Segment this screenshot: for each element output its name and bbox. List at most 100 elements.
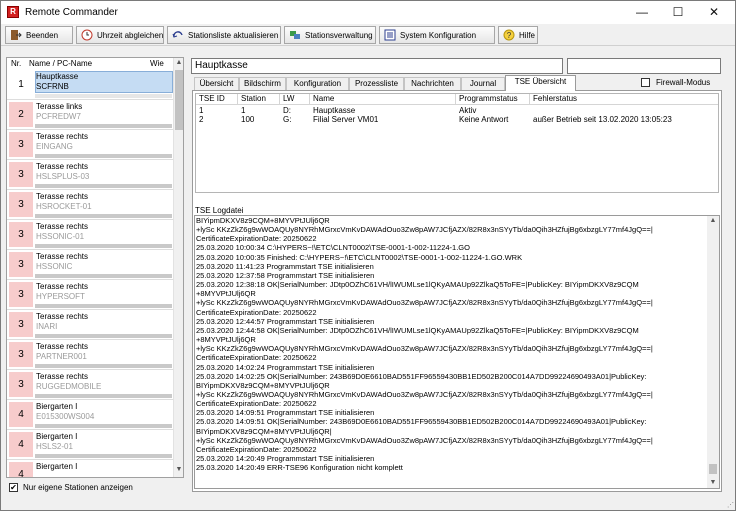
log-line: BIYipmDKXV8z9CQM+8MYVPtJUlj6QR bbox=[196, 380, 330, 390]
tab-prozessliste[interactable]: Prozessliste bbox=[349, 77, 404, 90]
beenden-button[interactable]: Beenden bbox=[5, 26, 73, 44]
station-row[interactable]: 1 Hauptkasse SCFRNB bbox=[7, 70, 173, 100]
minimize-button[interactable]: — bbox=[625, 1, 659, 24]
help-icon: ? bbox=[503, 29, 515, 41]
log-line: +lySc KKzZkZ6g9wWOAQUy8NYRhMGrxcVmKvDAWA… bbox=[196, 344, 653, 354]
scroll-down-arrow-icon[interactable]: ▼ bbox=[174, 465, 184, 475]
station-row[interactable]: 2 Terasse links PCFREDW7 bbox=[7, 100, 173, 130]
maximize-button[interactable]: ☐ bbox=[661, 1, 695, 24]
stationsliste-aktualisieren-button[interactable]: Stationsliste aktualisieren bbox=[167, 26, 281, 44]
station-name: Terasse rechts bbox=[36, 132, 89, 141]
tab-konfiguration[interactable]: Konfiguration bbox=[286, 77, 349, 90]
scroll-up-arrow-icon[interactable]: ▲ bbox=[174, 58, 184, 68]
log-line: +8MYVPtJUlj6QR bbox=[196, 289, 256, 299]
station-name: Biergarten I bbox=[36, 402, 78, 411]
log-line: 25.03.2020 14:09:51 Programmstart TSE in… bbox=[196, 408, 375, 418]
log-line: +8MYVPtJUlj6QR bbox=[196, 335, 256, 345]
station-name: Terasse rechts bbox=[36, 282, 89, 291]
station-number: 4 bbox=[9, 462, 33, 477]
col-name[interactable]: Name bbox=[310, 94, 456, 105]
log-content[interactable]: BIYipmDKXV8z9CQM+8MYVPtJUlj6QR +lySc KKzZ… bbox=[196, 216, 706, 488]
station-list-header: Nr. Name / PC-Name Wie bbox=[7, 58, 183, 70]
own-stations-checkbox[interactable]: ✔ bbox=[9, 483, 18, 492]
station-row[interactable]: 3 Terasse rechts PARTNER001 bbox=[7, 340, 173, 370]
firewall-checkbox-row[interactable]: Firewall-Modus bbox=[641, 78, 710, 87]
station-number: 3 bbox=[9, 252, 33, 277]
tab-uebersicht[interactable]: Übersicht bbox=[194, 77, 239, 90]
station-row[interactable]: 3 Terasse rechts HSSONIC-01 bbox=[7, 220, 173, 250]
tab-bildschirm[interactable]: Bildschirm bbox=[239, 77, 286, 90]
station-row[interactable]: 3 Terasse rechts HSSONIC bbox=[7, 250, 173, 280]
col-fehlerstatus[interactable]: Fehlerstatus bbox=[530, 94, 718, 105]
station-number: 3 bbox=[9, 312, 33, 337]
tab-nachrichten[interactable]: Nachrichten bbox=[404, 77, 461, 90]
log-scroll-up-icon[interactable]: ▲ bbox=[708, 216, 718, 226]
hilfe-button[interactable]: ? Hilfe bbox=[498, 26, 538, 44]
toolbar: Beenden Uhrzeit abgleichen Stationsliste… bbox=[1, 24, 735, 46]
svg-text:?: ? bbox=[507, 31, 512, 40]
log-line: CertificateExpirationDate: 20250622 bbox=[196, 307, 317, 317]
station-pc-name: HSROCKET-01 bbox=[36, 202, 92, 211]
log-scrollbar[interactable]: ▲ ▼ bbox=[707, 216, 719, 488]
window-splitter[interactable] bbox=[726, 57, 732, 489]
secondary-field[interactable] bbox=[567, 58, 721, 74]
station-list-scrollbar[interactable]: ▲ ▼ bbox=[173, 58, 183, 477]
firewall-label: Firewall-Modus bbox=[656, 78, 711, 87]
station-number: 4 bbox=[9, 402, 33, 427]
station-list-scroll-thumb[interactable] bbox=[175, 70, 183, 130]
station-status-bar bbox=[35, 364, 172, 368]
station-row[interactable]: 4 Biergarten I HSLS2-01 bbox=[7, 430, 173, 460]
log-scroll-thumb[interactable] bbox=[709, 464, 717, 474]
station-row[interactable]: 3 Terasse rechts INARI bbox=[7, 310, 173, 340]
station-number: 2 bbox=[9, 102, 33, 127]
log-line: 25.03.2020 14:02:24 Programmstart TSE in… bbox=[196, 362, 375, 372]
cell-programmstatus: Keine Antwort bbox=[459, 115, 509, 124]
log-scroll-down-icon[interactable]: ▼ bbox=[708, 478, 718, 488]
station-row[interactable]: 3 Terasse rechts HSLSPLUS-03 bbox=[7, 160, 173, 190]
system-konfiguration-button[interactable]: System Konfiguration bbox=[379, 26, 495, 44]
station-pc-name: EINGANG bbox=[36, 142, 73, 151]
log-line: 25.03.2020 12:44:58 OK|SerialNumber: JDt… bbox=[196, 325, 639, 335]
hilfe-label: Hilfe bbox=[519, 30, 536, 40]
cell-name: Filial Server VM01 bbox=[313, 115, 379, 124]
station-title-field[interactable]: Hauptkasse bbox=[191, 58, 563, 74]
clock-sync-icon bbox=[81, 29, 93, 41]
log-textarea[interactable]: BIYipmDKXV8z9CQM+8MYVPtJUlj6QR +lySc KKzZ… bbox=[194, 215, 720, 489]
cell-tse-id: 1 bbox=[199, 106, 204, 115]
own-stations-checkbox-row[interactable]: ✔ Nur eigene Stationen anzeigen bbox=[9, 483, 133, 492]
close-button[interactable]: ✕ bbox=[697, 1, 731, 24]
header-nr[interactable]: Nr. bbox=[11, 59, 21, 68]
col-programmstatus[interactable]: Programmstatus bbox=[456, 94, 530, 105]
station-row[interactable]: 4 Biergarten I bbox=[7, 460, 173, 477]
col-station[interactable]: Station bbox=[238, 94, 280, 105]
station-pc-name: HSSONIC-01 bbox=[36, 232, 85, 241]
station-status-bar bbox=[35, 214, 172, 218]
station-number: 3 bbox=[9, 372, 33, 397]
uhrzeit-abgleichen-button[interactable]: Uhrzeit abgleichen bbox=[76, 26, 164, 44]
station-status-bar bbox=[35, 454, 172, 458]
station-number: 3 bbox=[9, 222, 33, 247]
station-name: Terasse rechts bbox=[36, 162, 89, 171]
station-status-bar bbox=[35, 184, 172, 188]
tab-tse-uebersicht[interactable]: TSE Übersicht bbox=[505, 75, 576, 91]
station-name: Terasse links bbox=[36, 102, 83, 111]
col-lw[interactable]: LW bbox=[280, 94, 310, 105]
resize-grip-icon[interactable]: ⋰ bbox=[727, 501, 734, 509]
tab-journal[interactable]: Journal bbox=[461, 77, 505, 90]
station-name: Terasse rechts bbox=[36, 342, 89, 351]
stationsverwaltung-button[interactable]: Stationsverwaltung bbox=[284, 26, 376, 44]
station-row[interactable]: 4 Biergarten I E015300WS004 bbox=[7, 400, 173, 430]
station-row[interactable]: 3 Terasse rechts HSROCKET-01 bbox=[7, 190, 173, 220]
station-pc-name: INARI bbox=[36, 322, 58, 331]
stationsliste-label: Stationsliste aktualisieren bbox=[188, 30, 279, 40]
header-wie[interactable]: Wie bbox=[150, 59, 164, 68]
col-tse-id[interactable]: TSE ID bbox=[196, 94, 238, 105]
header-name[interactable]: Name / PC-Name bbox=[29, 59, 92, 68]
cell-lw: G: bbox=[283, 115, 292, 124]
firewall-checkbox[interactable] bbox=[641, 78, 650, 87]
station-row[interactable]: 3 Terasse rechts HYPERSOFT bbox=[7, 280, 173, 310]
station-name: Biergarten I bbox=[36, 462, 78, 471]
station-number: 3 bbox=[9, 192, 33, 217]
station-row[interactable]: 3 Terasse rechts RUGGEDMOBILE bbox=[7, 370, 173, 400]
station-row[interactable]: 3 Terasse rechts EINGANG bbox=[7, 130, 173, 160]
